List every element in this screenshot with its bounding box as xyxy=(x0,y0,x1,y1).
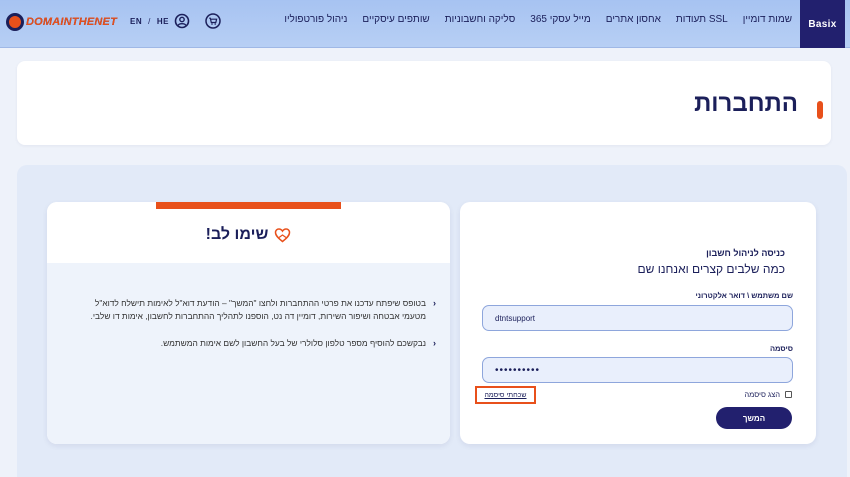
menu-item-domain-names[interactable]: שמות דומיין xyxy=(743,14,792,25)
notice-item-text: בטופס שיפתח עדכנו את פרטי ההתחברות ולחצו… xyxy=(90,298,426,321)
menu-item-portfolio-management[interactable]: ניהול פורטפוליו xyxy=(284,14,347,25)
notice-accent-strip xyxy=(156,202,341,209)
continue-button[interactable]: המשך xyxy=(716,407,792,429)
show-password-checkbox[interactable] xyxy=(785,391,792,398)
lang-he-link[interactable]: HE xyxy=(157,17,169,26)
show-password-label: הצג סיסמה xyxy=(744,390,780,399)
login-title: כניסה לניהול חשבון xyxy=(706,248,785,258)
show-password-toggle[interactable]: הצג סיסמה xyxy=(744,390,792,399)
notice-card: שימו לב! ‹ בטופס שיפתח עדכנו את פרטי ההת… xyxy=(47,202,450,444)
lang-en-link[interactable]: EN xyxy=(130,17,142,26)
notice-heading: שימו לב! xyxy=(205,225,269,243)
language-switcher: EN / HE xyxy=(130,17,169,26)
notice-body: ‹ בטופס שיפתח עדכנו את פרטי ההתחברות ולח… xyxy=(47,263,450,444)
menu-item-payments-invoices[interactable]: סליקה וחשבוניות xyxy=(445,14,516,25)
heart-hands-icon xyxy=(274,227,291,243)
brand-logo[interactable]: DOMAINTHENET xyxy=(6,12,124,32)
username-input[interactable] xyxy=(482,305,793,331)
lang-separator: / xyxy=(148,17,151,26)
cart-icon[interactable] xyxy=(205,13,221,29)
user-icon[interactable] xyxy=(174,13,190,29)
password-input[interactable] xyxy=(482,357,793,383)
login-subtitle: כמה שלבים קצרים ואנחנו שם xyxy=(637,262,785,276)
page-title-card: התחברות xyxy=(17,61,831,145)
menu-item-business-mail-365[interactable]: מייל עסקי 365 xyxy=(530,14,590,25)
login-card: כניסה לניהול חשבון כמה שלבים קצרים ואנחנ… xyxy=(460,202,816,444)
menu-item-web-hosting[interactable]: אחסון אתרים xyxy=(606,14,661,25)
top-navigation-bar: DOMAINTHENET EN / HE שמות דומיין תעודות … xyxy=(0,0,850,48)
basix-button[interactable]: Basix xyxy=(800,0,845,48)
brand-name: DOMAINTHENET xyxy=(26,16,118,28)
main-menu: שמות דומיין תעודות SSL אחסון אתרים מייל … xyxy=(284,14,792,25)
forgot-password-link[interactable]: שכחתי סיסמה xyxy=(484,392,526,399)
chevron-left-icon: ‹ xyxy=(433,298,436,308)
brand-mark-icon xyxy=(6,13,24,31)
menu-item-business-partners[interactable]: שותפים עיסקיים xyxy=(362,14,429,25)
title-accent-bar xyxy=(817,101,823,119)
username-label: שם משתמש \ דואר אלקטרוני xyxy=(695,291,793,300)
page-title: התחברות xyxy=(694,90,798,117)
notice-item: ‹ נבקשכם להוסיף מספר טלפון סלולרי של בעל… xyxy=(77,337,436,350)
chevron-left-icon: ‹ xyxy=(433,338,436,348)
menu-item-ssl-certificates[interactable]: תעודות SSL xyxy=(676,14,728,25)
notice-item-text: נבקשכם להוסיף מספר טלפון סלולרי של בעל ה… xyxy=(160,338,426,348)
forgot-password-highlight: שכחתי סיסמה xyxy=(475,386,536,404)
password-label: סיסמה xyxy=(769,344,793,353)
notice-header: שימו לב! xyxy=(47,202,450,263)
notice-item: ‹ בטופס שיפתח עדכנו את פרטי ההתחברות ולח… xyxy=(77,297,436,323)
